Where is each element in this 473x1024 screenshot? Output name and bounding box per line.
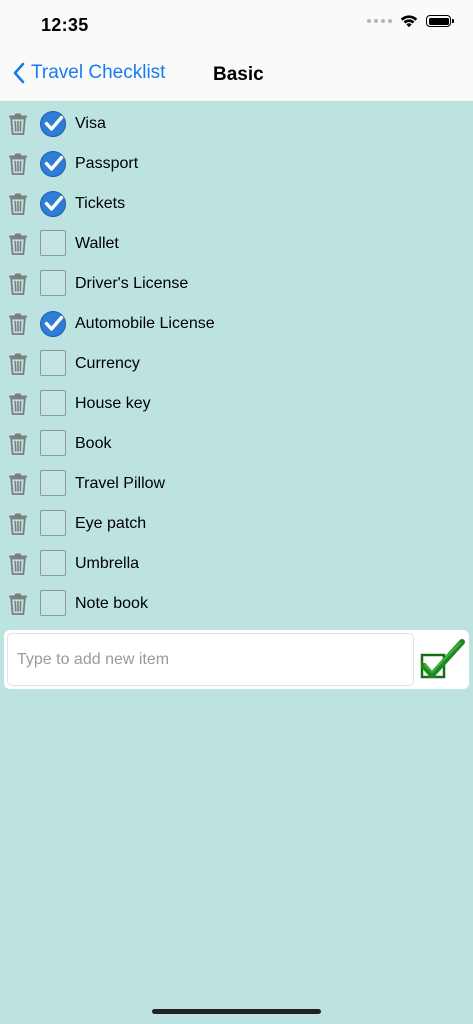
list-item[interactable]: Wallet	[0, 224, 473, 264]
list-item[interactable]: Visa	[0, 104, 473, 144]
empty-checkbox-icon[interactable]	[40, 510, 66, 536]
list-item-label: Note book	[75, 595, 148, 612]
list-item[interactable]: Umbrella	[0, 544, 473, 584]
trash-icon[interactable]	[8, 113, 28, 135]
list-item-label: Book	[75, 435, 112, 452]
wifi-icon	[400, 15, 418, 28]
empty-checkbox-icon[interactable]	[40, 270, 66, 296]
back-button[interactable]: Travel Checklist	[12, 62, 165, 84]
list-item[interactable]: Note book	[0, 584, 473, 624]
checkmark-circle-icon[interactable]	[40, 191, 66, 217]
trash-icon[interactable]	[8, 593, 28, 615]
list-item[interactable]: Passport	[0, 144, 473, 184]
list-item-label: Currency	[75, 355, 140, 372]
list-item-label: House key	[75, 395, 151, 412]
status-icons	[367, 14, 454, 28]
list-item[interactable]: Tickets	[0, 184, 473, 224]
list-item-label: Tickets	[75, 195, 126, 212]
empty-checkbox-icon[interactable]	[40, 350, 66, 376]
trash-icon[interactable]	[8, 353, 28, 375]
top-bar: 12:35 Travel Checklist Basic	[0, 0, 473, 102]
list-item-label: Passport	[75, 155, 139, 172]
list-item-label: Umbrella	[75, 555, 140, 572]
empty-checkbox-icon[interactable]	[40, 470, 66, 496]
checklist: Visa Passport Tickets Wallet Driver's Licens…	[0, 104, 473, 624]
empty-checkbox-icon[interactable]	[40, 430, 66, 456]
trash-icon[interactable]	[8, 233, 28, 255]
list-item[interactable]: Travel Pillow	[0, 464, 473, 504]
trash-icon[interactable]	[8, 473, 28, 495]
empty-checkbox-icon[interactable]	[40, 590, 66, 616]
page-title: Basic	[213, 64, 264, 85]
checkmark-circle-icon[interactable]	[40, 311, 66, 337]
trash-icon[interactable]	[8, 513, 28, 535]
list-item-label: Driver's License	[75, 275, 189, 292]
list-item-label: Automobile License	[75, 315, 215, 332]
trash-icon[interactable]	[8, 553, 28, 575]
home-indicator	[152, 1009, 321, 1014]
list-item[interactable]: Currency	[0, 344, 473, 384]
list-item-label: Travel Pillow	[75, 475, 166, 492]
cellular-signal-icon	[367, 19, 392, 23]
trash-icon[interactable]	[8, 433, 28, 455]
add-item-button[interactable]	[417, 639, 465, 683]
list-item-label: Eye patch	[75, 515, 147, 532]
back-button-label: Travel Checklist	[31, 62, 166, 83]
empty-checkbox-icon[interactable]	[40, 390, 66, 416]
trash-icon[interactable]	[8, 313, 28, 335]
trash-icon[interactable]	[8, 193, 28, 215]
list-item-label: Visa	[75, 115, 106, 132]
add-item-bar	[4, 630, 469, 689]
battery-icon	[426, 15, 454, 27]
trash-icon[interactable]	[8, 273, 28, 295]
empty-checkbox-icon[interactable]	[40, 550, 66, 576]
list-item[interactable]: Automobile License	[0, 304, 473, 344]
list-item[interactable]: Eye patch	[0, 504, 473, 544]
checkmark-circle-icon[interactable]	[40, 151, 66, 177]
green-checkmark-icon	[420, 639, 465, 679]
trash-icon[interactable]	[8, 153, 28, 175]
empty-checkbox-icon[interactable]	[40, 230, 66, 256]
list-item-label: Wallet	[75, 235, 119, 252]
new-item-input[interactable]	[7, 633, 414, 686]
list-item[interactable]: House key	[0, 384, 473, 424]
trash-icon[interactable]	[8, 393, 28, 415]
list-item[interactable]: Book	[0, 424, 473, 464]
checkmark-circle-icon[interactable]	[40, 111, 66, 137]
chevron-left-icon	[13, 62, 25, 84]
list-item[interactable]: Driver's License	[0, 264, 473, 304]
status-time: 12:35	[41, 15, 89, 35]
